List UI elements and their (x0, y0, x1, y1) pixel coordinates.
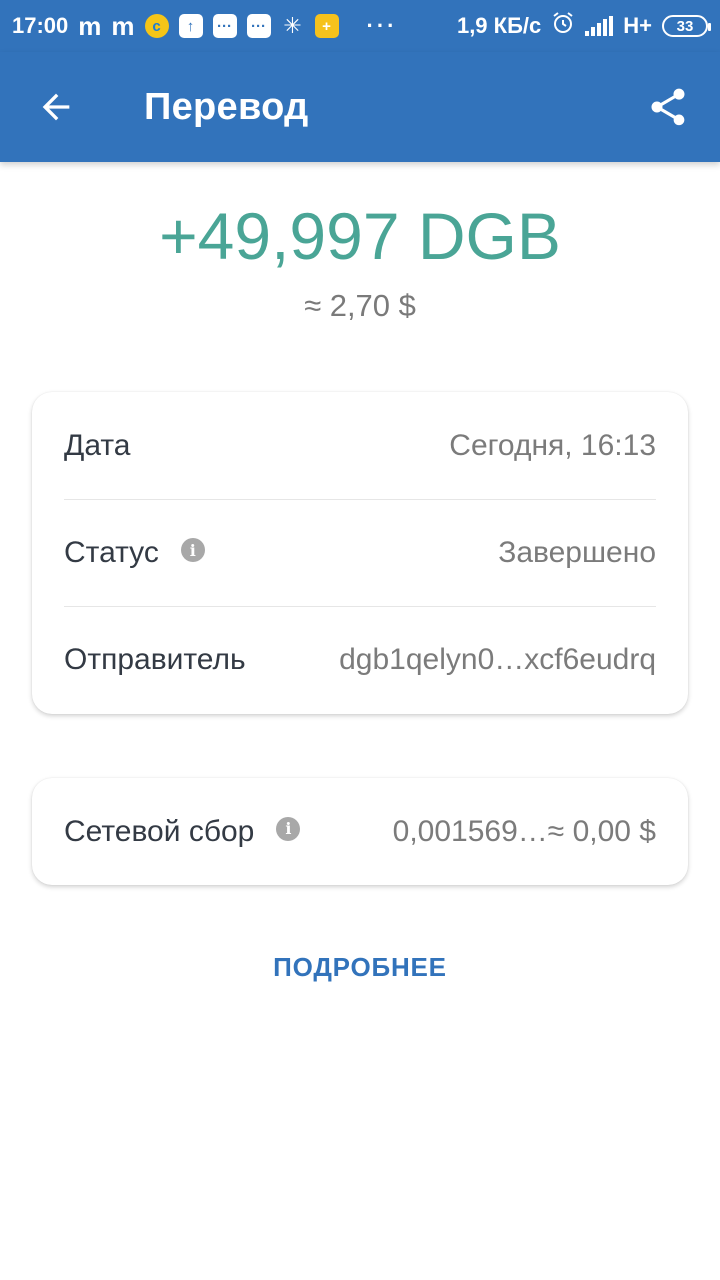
arrow-back-icon (42, 93, 70, 121)
more-details-button[interactable]: ПОДРОБНЕЕ (0, 952, 720, 983)
sender-label-text: Отправитель (64, 643, 246, 676)
date-value: Сегодня, 16:13 (449, 428, 656, 462)
more-notifications-icon: ··· (366, 13, 398, 38)
message-icon: ··· (246, 14, 271, 38)
transaction-screen: 17:00 m m c ↑ ··· ··· ✳ + ··· 1,9 КБ/с H… (0, 0, 720, 1280)
fee-card: Сетевой сбор i 0,001569…≈ 0,00 $ (32, 778, 688, 885)
sparkle-icon: ✳ (283, 13, 302, 38)
network-type: H+ (623, 13, 652, 38)
sender-address[interactable]: dgb1qelyn0…xcf6eudrq (339, 643, 656, 677)
shopping-bag-icon: + (314, 14, 339, 38)
app-bar: Перевод (0, 52, 720, 162)
fee-value: 0,001569…≈ 0,00 $ (392, 814, 656, 848)
share-button[interactable] (638, 77, 698, 137)
message-icon: ··· (212, 14, 237, 38)
status-bar-right: 1,9 КБ/с H+ 33 (456, 11, 711, 41)
info-icon[interactable]: i (276, 816, 301, 841)
fee-label: Сетевой сбор i (64, 814, 301, 849)
alarm-icon (551, 11, 575, 41)
detail-row-date: Дата Сегодня, 16:13 (64, 392, 656, 499)
share-icon (651, 88, 685, 126)
date-label: Дата (64, 429, 130, 463)
fiat-equivalent: ≈ 2,70 $ (304, 288, 416, 323)
app-notification-icon: c (144, 14, 169, 38)
details-card: Дата Сегодня, 16:13 Статус i Завершено О… (32, 392, 688, 714)
status-time: 17:00 (12, 13, 69, 38)
status-bar-left: 17:00 m m c ↑ ··· ··· ✳ + ··· (12, 11, 398, 42)
detail-row-status: Статус i Завершено (64, 499, 656, 606)
sender-label: Отправитель (64, 643, 246, 677)
status-label: Статус i (64, 536, 205, 570)
battery-level: 33 (676, 17, 694, 35)
transaction-amount: +49,997 DGB (159, 199, 561, 273)
status-label-text: Статус (64, 536, 159, 569)
fee-row: Сетевой сбор i 0,001569…≈ 0,00 $ (64, 778, 656, 885)
status-value: Завершено (498, 536, 656, 569)
status-bar: 17:00 m m c ↑ ··· ··· ✳ + ··· 1,9 КБ/с H… (0, 0, 720, 52)
back-button[interactable] (26, 77, 86, 137)
notification-m-icon: m (111, 10, 135, 41)
fee-label-text: Сетевой сбор (64, 814, 255, 848)
upload-icon: ↑ (178, 14, 203, 38)
notification-m-icon: m (78, 10, 102, 41)
battery-icon: 33 (662, 15, 711, 37)
info-icon[interactable]: i (180, 538, 205, 562)
date-label-text: Дата (64, 428, 131, 462)
signal-icon (585, 16, 614, 36)
network-speed: 1,9 КБ/с (456, 13, 542, 38)
page-title: Перевод (144, 85, 309, 128)
detail-row-sender[interactable]: Отправитель dgb1qelyn0…xcf6eudrq (64, 606, 656, 713)
